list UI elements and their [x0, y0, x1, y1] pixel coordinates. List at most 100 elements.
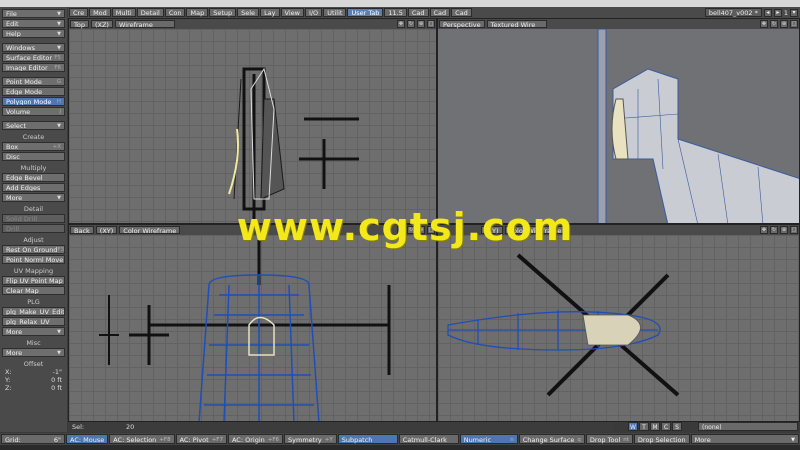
flip-uv-button[interactable]: Flip UV Point Map: [2, 276, 65, 285]
wtmcs-c-button[interactable]: C: [661, 422, 671, 431]
layer-menu-icon[interactable]: ▾: [790, 8, 798, 17]
viewport-canvas[interactable]: [438, 235, 799, 421]
file-menu-button[interactable]: File ▼: [2, 9, 65, 18]
catmull-clark-dropdown[interactable]: Catmull-Clark: [398, 434, 459, 444]
tab-cad[interactable]: Cad: [451, 8, 472, 17]
move-icon[interactable]: ✥: [760, 20, 768, 28]
layer-prev-icon[interactable]: ◂: [763, 8, 772, 17]
more-label: More: [6, 328, 23, 336]
chevron-down-icon: ▼: [57, 195, 61, 201]
select-menu-button[interactable]: Select ▼: [2, 121, 65, 130]
ac-origin-button[interactable]: AC: Origin +F6: [227, 434, 284, 444]
rotate-icon[interactable]: ↻: [407, 20, 415, 28]
move-icon[interactable]: ✥: [760, 226, 768, 234]
tab-con[interactable]: Con: [164, 8, 186, 17]
ac-selection-button[interactable]: AC: Selection +F8: [109, 434, 175, 444]
plg-make-uv-button[interactable]: plg_Make_UV_Edit: [2, 307, 65, 316]
subpatch-label: Subpatch: [341, 436, 373, 444]
solid-drill-button[interactable]: Solid Drill: [2, 214, 65, 223]
viewport-right[interactable]: (ZY) Color Wireframe ✥ ↻ ⊕ □: [437, 224, 800, 422]
move-icon[interactable]: ✥: [397, 20, 405, 28]
surface-editor-button[interactable]: Surface Editor F5: [2, 53, 65, 62]
maximize-icon[interactable]: □: [790, 20, 798, 28]
tab-setup[interactable]: Setup: [209, 8, 237, 17]
tab-utilit[interactable]: Utilit: [323, 8, 347, 17]
view-type-dropdown[interactable]: Back: [70, 226, 94, 235]
axis-dropdown[interactable]: (XZ): [90, 20, 113, 29]
tab-detail[interactable]: Detail: [136, 8, 164, 17]
box-button[interactable]: Box +X: [2, 142, 65, 151]
image-editor-button[interactable]: Image Editor F6: [2, 63, 65, 72]
tab-lay[interactable]: Lay: [260, 8, 280, 17]
drop-tool-button[interactable]: Drop Tool nt: [585, 434, 633, 444]
tab-mod[interactable]: Mod: [89, 8, 111, 17]
point-norml-move-button[interactable]: Point Norml Move: [2, 255, 65, 264]
offset-x-value[interactable]: -1": [53, 368, 62, 376]
symmetry-button[interactable]: Symmetry +Y: [284, 434, 337, 444]
ac-pivot-button[interactable]: AC: Pivot +F7: [175, 434, 227, 444]
rotate-icon[interactable]: ↻: [770, 20, 778, 28]
layer-next-icon[interactable]: ▸: [773, 8, 782, 17]
help-menu-button[interactable]: Help ▼: [2, 29, 65, 38]
render-mode-dropdown[interactable]: Color Wireframe: [119, 226, 181, 235]
offset-z-value[interactable]: 0 ft: [51, 384, 62, 392]
drop-selection-button[interactable]: Drop Selection: [633, 434, 690, 444]
wtmcs-t-button[interactable]: T: [639, 422, 649, 431]
tab-multi[interactable]: Multi: [111, 8, 136, 17]
wtmcs-s-button[interactable]: S: [672, 422, 682, 431]
rotate-icon[interactable]: ↻: [770, 226, 778, 234]
wtmcs-w-button[interactable]: W: [628, 422, 638, 431]
render-mode-dropdown[interactable]: Wireframe: [114, 20, 175, 29]
windows-menu-button[interactable]: Windows ▼: [2, 43, 65, 52]
polygon-mode-button[interactable]: Polygon Mode H: [2, 97, 65, 106]
rest-on-ground-button[interactable]: Rest On Ground F3: [2, 245, 65, 254]
more-multiply-button[interactable]: More ▼: [2, 193, 65, 202]
point-mode-button[interactable]: Point Mode G: [2, 77, 65, 86]
axis-dropdown[interactable]: (XY): [95, 226, 118, 235]
disc-button[interactable]: Disc: [2, 152, 65, 161]
add-edges-button[interactable]: Add Edges: [2, 183, 65, 192]
tab-i-o[interactable]: I/O: [304, 8, 323, 17]
numeric-button[interactable]: Numeric n: [459, 434, 518, 444]
viewport-canvas[interactable]: [438, 28, 799, 223]
zoom-icon[interactable]: ⊕: [780, 226, 788, 234]
offset-y-value[interactable]: 0 ft: [51, 376, 62, 384]
edge-bevel-button[interactable]: Edge Bevel: [2, 173, 65, 182]
vertex-map-dropdown[interactable]: (none): [698, 422, 798, 431]
zoom-icon[interactable]: ⊕: [417, 20, 425, 28]
view-type-dropdown[interactable]: Top: [70, 20, 89, 29]
wtmcs-m-button[interactable]: M: [650, 422, 660, 431]
viewport-canvas[interactable]: [69, 235, 436, 421]
clear-map-button[interactable]: Clear Map: [2, 286, 65, 295]
maximize-icon[interactable]: □: [427, 20, 435, 28]
zoom-icon[interactable]: ⊕: [780, 20, 788, 28]
tab-11-5[interactable]: 11.5: [384, 8, 407, 17]
more-misc-button[interactable]: More ▼: [2, 348, 65, 357]
edge-mode-button[interactable]: Edge Mode: [2, 87, 65, 96]
view-type-dropdown[interactable]: Perspective: [439, 20, 485, 29]
ac-mouse-button[interactable]: AC: Mouse: [66, 434, 109, 444]
tab-user-tab[interactable]: User Tab: [347, 8, 384, 17]
plg-relax-uv-button[interactable]: plg_Relax_UV: [2, 317, 65, 326]
more-status-button[interactable]: More ▼: [690, 434, 799, 444]
tab-map[interactable]: Map: [186, 8, 209, 17]
selection-info-bar: Sel: 20: [68, 422, 613, 432]
volume-button[interactable]: Volume J: [2, 107, 65, 116]
drill-button[interactable]: Drill: [2, 224, 65, 233]
tab-cre[interactable]: Cre: [69, 8, 89, 17]
viewport-canvas[interactable]: [69, 29, 436, 223]
tab-sele[interactable]: Sele: [237, 8, 260, 17]
maximize-icon[interactable]: □: [790, 226, 798, 234]
layer-dropdown[interactable]: bell407_v002 *: [704, 8, 762, 17]
viewport-back[interactable]: Back (XY) Color Wireframe ✥ ↻ ⊕ □: [68, 224, 437, 422]
tab-cad[interactable]: Cad: [429, 8, 451, 17]
viewport-top[interactable]: Top (XZ) Wireframe ✥ ↻ ⊕ □: [68, 18, 437, 224]
more-plg-button[interactable]: More ▼: [2, 327, 65, 336]
tab-cad[interactable]: Cad: [407, 8, 429, 17]
subpatch-button[interactable]: Subpatch: [337, 434, 398, 444]
render-mode-dropdown[interactable]: Textured Wire: [486, 20, 547, 29]
viewport-perspective[interactable]: Perspective Textured Wire ✥ ↻ ⊕ □: [437, 18, 800, 224]
edit-menu-button[interactable]: Edit ▼: [2, 19, 65, 28]
change-surface-button[interactable]: Change Surface q: [518, 434, 585, 444]
tab-view[interactable]: View: [280, 8, 304, 17]
